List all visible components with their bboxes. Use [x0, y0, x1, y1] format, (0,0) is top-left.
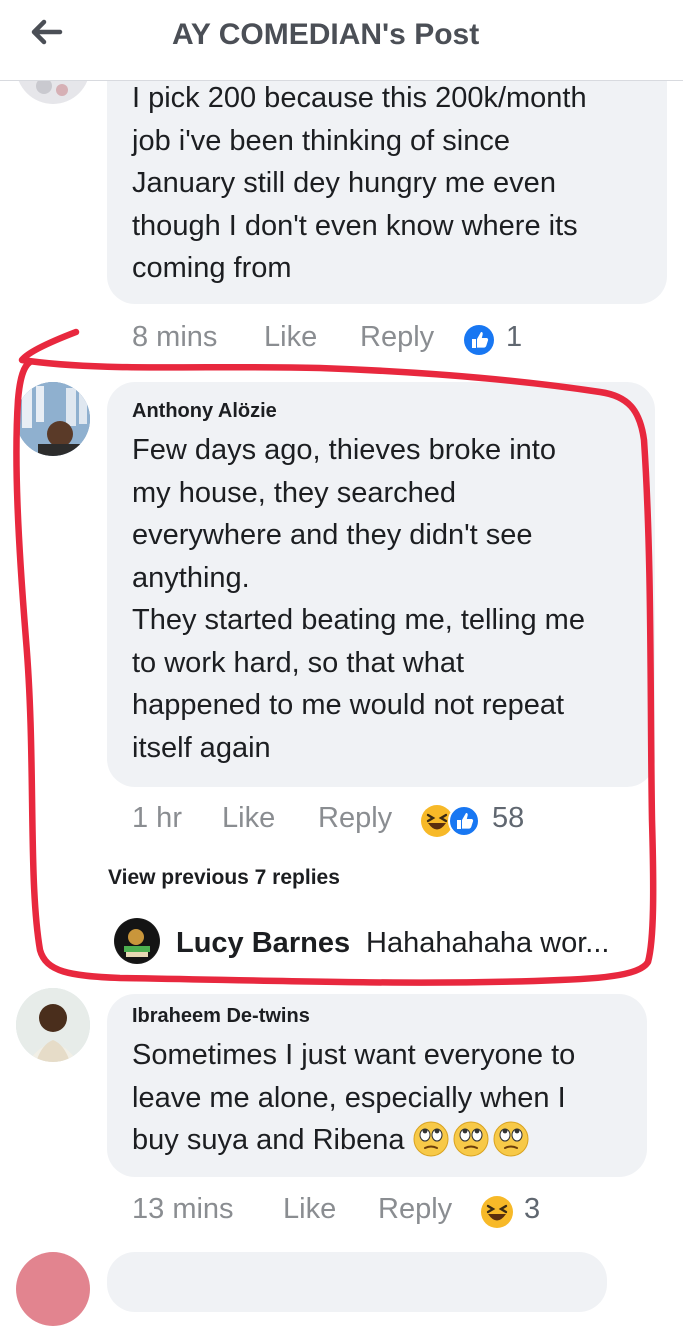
reaction-count: 1 [506, 321, 523, 353]
view-previous-replies-link[interactable]: View previous 7 replies [108, 866, 340, 890]
eye-roll-emoji [493, 1121, 529, 1157]
comment-meta: 13 mins [132, 1193, 234, 1226]
reaction-count: 58 [492, 802, 525, 834]
comment-text: Sometimes I just want everyone to leave … [132, 1034, 575, 1162]
haha-reaction-icon[interactable] [480, 1195, 514, 1229]
comment-author[interactable]: Ibraheem De-twins [132, 1005, 310, 1028]
comment-author[interactable]: Anthony Alözie [132, 400, 277, 423]
like-reaction-icon[interactable] [448, 805, 480, 837]
like-button[interactable]: Like [264, 321, 317, 354]
avatar[interactable] [16, 1252, 90, 1326]
reaction-count: 3 [524, 1193, 541, 1225]
avatar[interactable] [16, 382, 90, 456]
reply-author: Lucy Barnes [176, 927, 351, 959]
reply-button[interactable]: Reply [318, 802, 392, 835]
reply-snippet: Hahahahaha wor... [366, 927, 610, 959]
emoji-row [413, 1121, 533, 1157]
like-button[interactable]: Like [222, 802, 275, 835]
eye-roll-emoji [453, 1121, 489, 1157]
like-reaction-icon[interactable] [463, 324, 495, 356]
comment-meta: 8 mins [132, 321, 217, 354]
page-title: AY COMEDIAN's Post [172, 18, 480, 51]
comment-time: 13 mins [132, 1193, 234, 1225]
comment-meta: 1 hr [132, 802, 182, 835]
back-button[interactable] [26, 14, 66, 54]
comment-bubble [107, 1252, 607, 1312]
comment-time: 8 mins [132, 321, 218, 353]
top-bar: AY COMEDIAN's Post [0, 0, 683, 81]
avatar [114, 918, 160, 964]
reply-button[interactable]: Reply [378, 1193, 452, 1226]
back-arrow-icon [31, 19, 63, 45]
latest-reply[interactable]: Lucy Barnes Hahahahaha wor... [114, 914, 644, 970]
like-button[interactable]: Like [283, 1193, 336, 1226]
comment-time: 1 hr [132, 802, 182, 834]
reply-button[interactable]: Reply [360, 321, 434, 354]
avatar[interactable] [16, 988, 90, 1062]
comment-text: I pick 200 because this 200k/month job i… [132, 82, 587, 284]
eye-roll-emoji [413, 1121, 449, 1157]
comment-text: Few days ago, thieves broke into my hous… [132, 434, 585, 764]
